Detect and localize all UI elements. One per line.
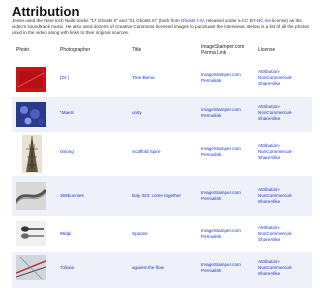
table-row: 96dpi Spoons ImageStamper.com Permalink … bbox=[12, 216, 312, 252]
photo-thumbnail[interactable] bbox=[16, 67, 46, 92]
permalink-label: Permalink bbox=[201, 113, 222, 118]
license-link[interactable]: CC BY-NC-SA bbox=[242, 18, 271, 23]
permalink[interactable]: ImageStamper.com Permalink bbox=[201, 228, 241, 240]
license-line-3: ShareAlike bbox=[258, 271, 281, 276]
table-header: Photo Photographer Title ImageStamper.co… bbox=[12, 44, 312, 62]
license-link[interactable]: Attribution- NonCommercial- ShareAlike bbox=[258, 187, 292, 205]
permalink-label: Permalink bbox=[201, 234, 222, 239]
license-line-3: ShareAlike bbox=[258, 116, 281, 121]
license-link[interactable]: Attribution- NonCommercial- ShareAlike bbox=[258, 104, 292, 122]
photo-title-link[interactable]: Spoons bbox=[132, 231, 148, 237]
photographer-link[interactable]: 7oliwia bbox=[60, 265, 74, 271]
photo-title-link[interactable]: Day 323: come together bbox=[132, 193, 181, 199]
rope-thumbnail bbox=[16, 182, 46, 210]
photo-thumbnail[interactable] bbox=[22, 135, 42, 173]
photographer-link[interactable]: {Dr.} bbox=[60, 75, 69, 81]
permalink[interactable]: ImageStamper.com Permalink bbox=[201, 72, 241, 84]
photographer-link[interactable]: 0olong bbox=[60, 149, 74, 155]
permalink[interactable]: ImageStamper.com Permalink bbox=[201, 190, 241, 202]
table-row: 0olong Scaffold Spire ImageStamper.com P… bbox=[12, 132, 312, 176]
license-link[interactable]: Attribution- NonCommercial- ShareAlike bbox=[258, 225, 292, 243]
table-row: 365bunnies Day 323: come together ImageS… bbox=[12, 176, 312, 216]
ghosts-link[interactable]: Ghosts I-IV bbox=[181, 18, 204, 23]
license-link[interactable]: Attribution- NonCommercial- ShareAlike bbox=[258, 259, 292, 277]
permalink-label: Permalink bbox=[201, 152, 222, 157]
intro-text-1: Jesse used the Nine Inch Nails tracks "1… bbox=[12, 18, 181, 23]
header-photo: Photo bbox=[16, 47, 30, 53]
header-license: License bbox=[258, 47, 276, 53]
photo-thumbnail[interactable] bbox=[16, 255, 46, 280]
photo-thumbnail[interactable] bbox=[16, 221, 46, 246]
intro-paragraph: Jesse used the Nine Inch Nails tracks "1… bbox=[12, 18, 310, 37]
header-photographer: Photographer bbox=[60, 47, 91, 53]
spire-thumbnail bbox=[22, 135, 42, 173]
photo-thumbnail[interactable] bbox=[16, 102, 46, 127]
blue-flowers-thumbnail bbox=[16, 102, 46, 127]
photographer-link[interactable]: 96dpi bbox=[60, 231, 71, 237]
license-line-3: ShareAlike bbox=[258, 155, 281, 160]
photo-title-link[interactable]: Tree Bema bbox=[132, 75, 155, 81]
header-title: Title bbox=[132, 47, 142, 53]
license-link[interactable]: Attribution- NonCommercial- ShareAlike bbox=[258, 143, 292, 161]
photographer-link[interactable]: 365bunnies bbox=[60, 193, 84, 199]
photo-thumbnail[interactable] bbox=[16, 182, 46, 210]
spoons-thumbnail bbox=[16, 221, 46, 246]
page-title: Attribution bbox=[12, 4, 80, 19]
photo-title-link[interactable]: against the flow bbox=[132, 265, 164, 271]
photo-title-link[interactable]: unity bbox=[132, 110, 142, 116]
intro-text-2: , released under a bbox=[203, 18, 242, 23]
table-row: *MaeS unity ImageStamper.com Permalink A… bbox=[12, 97, 312, 132]
photo-title-link[interactable]: Scaffold Spire bbox=[132, 149, 161, 155]
license-line-3: ShareAlike bbox=[258, 237, 281, 242]
license-line-3: ShareAlike bbox=[258, 81, 281, 86]
attribution-page: Attribution Jesse used the Nine Inch Nai… bbox=[0, 0, 320, 288]
permalink[interactable]: ImageStamper.com Permalink bbox=[201, 146, 241, 158]
permalink-label: Permalink bbox=[201, 78, 222, 83]
license-line-3: ShareAlike bbox=[258, 199, 281, 204]
permalink-label: Permalink bbox=[201, 268, 222, 273]
photographer-link[interactable]: *MaeS bbox=[60, 110, 74, 116]
permalink[interactable]: ImageStamper.com Permalink bbox=[201, 107, 241, 119]
header-permalink-line2: Perma Link bbox=[201, 50, 227, 56]
red-texture-thumbnail bbox=[16, 67, 46, 92]
photo-credits-table: Photo Photographer Title ImageStamper.co… bbox=[12, 44, 312, 288]
table-row: 7oliwia against the flow ImageStamper.co… bbox=[12, 252, 312, 288]
header-permalink: ImageStamper.com Perma Link bbox=[201, 44, 244, 56]
permalink[interactable]: ImageStamper.com Permalink bbox=[201, 262, 241, 274]
flow-thumbnail bbox=[16, 255, 46, 280]
table-row: {Dr.} Tree Bema ImageStamper.com Permali… bbox=[12, 62, 312, 97]
license-link[interactable]: Attribution- NonCommercial- ShareAlike bbox=[258, 69, 292, 87]
permalink-label: Permalink bbox=[201, 196, 222, 201]
